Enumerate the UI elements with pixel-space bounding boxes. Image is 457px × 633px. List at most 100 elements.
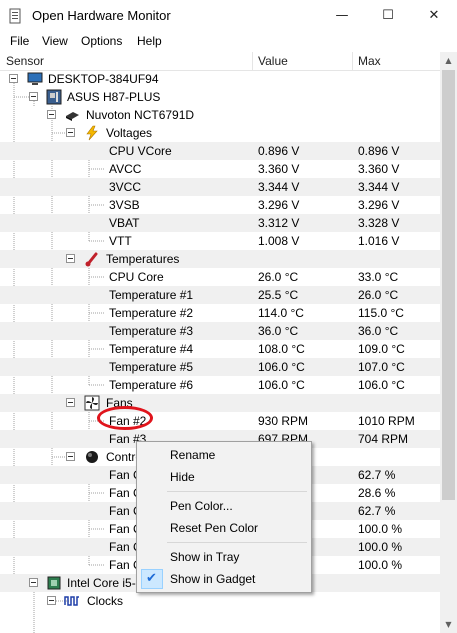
collapse-toggle[interactable] — [66, 452, 75, 461]
column-divider[interactable] — [352, 52, 353, 70]
sensor-max: 107.0 °C — [358, 360, 405, 374]
tree-row[interactable]: Fan #2 930 RPM 1010 RPM — [0, 412, 440, 430]
sensor-max: 3.360 V — [358, 162, 400, 176]
row-label: Temperatures — [106, 252, 180, 266]
tree-row[interactable]: AVCC 3.360 V 3.360 V — [0, 160, 440, 178]
sensor-max: 100.0 % — [358, 558, 403, 572]
sensor-value: 26.0 °C — [258, 270, 299, 284]
sensor-max: 1010 RPM — [358, 414, 415, 428]
menu-item-pen-color[interactable]: Pen Color... — [137, 495, 311, 517]
sensor-value: 108.0 °C — [258, 342, 305, 356]
scroll-down-arrow-icon[interactable]: ▼ — [440, 616, 457, 633]
tree-row[interactable]: ASUS H87-PLUS — [0, 88, 440, 106]
sensor-max: 109.0 °C — [358, 342, 405, 356]
menu-item-rename[interactable]: Rename — [137, 444, 311, 466]
sensor-label: CPU Core — [109, 270, 164, 284]
controls-icon — [86, 451, 98, 463]
column-sensor[interactable]: Sensor — [6, 54, 44, 68]
close-button[interactable]: ✕ — [411, 0, 457, 32]
tree-row[interactable]: DESKTOP-384UF94 — [0, 70, 440, 88]
menu-item-show-in-gadget[interactable]: ✔ Show in Gadget — [137, 568, 311, 590]
column-max[interactable]: Max — [358, 54, 381, 68]
tree-row[interactable]: 3VSB 3.296 V 3.296 V — [0, 196, 440, 214]
sensor-max: 3.328 V — [358, 216, 400, 230]
scroll-up-arrow-icon[interactable]: ▲ — [440, 52, 457, 69]
sensor-value: 106.0 °C — [258, 378, 305, 392]
sensor-max: 26.0 °C — [358, 288, 399, 302]
sensor-max: 1.016 V — [358, 234, 400, 248]
sensor-value: 114.0 °C — [258, 306, 304, 320]
row-label: DESKTOP-384UF94 — [48, 72, 159, 86]
menu-item-label: Show in Gadget — [170, 572, 256, 586]
collapse-toggle[interactable] — [29, 578, 38, 587]
menu-item-label: Rename — [170, 448, 216, 462]
collapse-toggle[interactable] — [66, 128, 75, 137]
sensor-label: Temperature #6 — [109, 378, 194, 392]
sensor-value: 3.344 V — [258, 180, 300, 194]
fan-icon — [84, 395, 100, 411]
sensor-value: 3.296 V — [258, 198, 300, 212]
sensor-max: 0.896 V — [358, 144, 400, 158]
tree-row[interactable]: VBAT 3.312 V 3.328 V — [0, 214, 440, 232]
tree-row[interactable]: Temperature #4 108.0 °C 109.0 °C — [0, 340, 440, 358]
collapse-toggle[interactable] — [66, 254, 75, 263]
sensor-label: Temperature #4 — [109, 342, 194, 356]
sensor-max: 62.7 % — [358, 468, 396, 482]
tree-row[interactable]: Fans — [0, 394, 440, 412]
sensor-value: 36.0 °C — [258, 324, 299, 338]
sensor-max: 3.296 V — [358, 198, 400, 212]
tree-row[interactable]: Clocks — [0, 592, 440, 610]
collapse-toggle[interactable] — [29, 92, 38, 101]
menu-view[interactable]: View — [42, 34, 68, 48]
tree-row[interactable]: Temperatures — [0, 250, 440, 268]
window-title: Open Hardware Monitor — [32, 8, 171, 23]
tree-row[interactable]: VTT 1.008 V 1.016 V — [0, 232, 440, 250]
collapse-toggle[interactable] — [9, 74, 18, 83]
tree-row[interactable]: Voltages — [0, 124, 440, 142]
tree-row[interactable]: CPU Core 26.0 °C 33.0 °C — [0, 268, 440, 286]
menu-options[interactable]: Options — [81, 34, 122, 48]
column-divider[interactable] — [252, 52, 253, 70]
tree-row[interactable]: Temperature #6 106.0 °C 106.0 °C — [0, 376, 440, 394]
sensor-max: 33.0 °C — [358, 270, 399, 284]
sensor-value: 0.896 V — [258, 144, 300, 158]
sensor-max: 106.0 °C — [358, 378, 405, 392]
sensor-label: AVCC — [109, 162, 142, 176]
menu-item-show-in-tray[interactable]: Show in Tray — [137, 546, 311, 568]
sensor-label: 3VCC — [109, 180, 142, 194]
sensor-max: 62.7 % — [358, 504, 396, 518]
menu-item-hide[interactable]: Hide — [137, 466, 311, 488]
row-label: Voltages — [106, 126, 153, 140]
sensor-label: Temperature #2 — [109, 306, 194, 320]
tree-row[interactable]: 3VCC 3.344 V 3.344 V — [0, 178, 440, 196]
collapse-toggle[interactable] — [47, 110, 56, 119]
scroll-thumb[interactable] — [442, 70, 455, 500]
thermometer-icon — [85, 252, 98, 267]
collapse-toggle[interactable] — [47, 596, 56, 605]
tree-row[interactable]: Temperature #2 114.0 °C 115.0 °C — [0, 304, 440, 322]
tree-row[interactable]: Nuvoton NCT6791D — [0, 106, 440, 124]
sensor-value: 3.360 V — [258, 162, 300, 176]
minimize-button[interactable]: — — [319, 0, 365, 32]
sensor-max: 115.0 °C — [358, 306, 404, 320]
menu-item-reset-pen-color[interactable]: Reset Pen Color — [137, 517, 311, 539]
column-value[interactable]: Value — [258, 54, 288, 68]
app-icon — [9, 8, 21, 24]
collapse-toggle[interactable] — [66, 398, 75, 407]
sensor-max: 36.0 °C — [358, 324, 399, 338]
menu-bar: File View Options Help — [0, 32, 457, 52]
tree-row[interactable]: Temperature #3 36.0 °C 36.0 °C — [0, 322, 440, 340]
sensor-label: Temperature #3 — [109, 324, 194, 338]
tree-row[interactable]: CPU VCore 0.896 V 0.896 V — [0, 142, 440, 160]
menu-separator — [167, 491, 307, 492]
sensor-label: Temperature #1 — [109, 288, 194, 302]
tree-row[interactable]: Temperature #5 106.0 °C 107.0 °C — [0, 358, 440, 376]
menu-file[interactable]: File — [10, 34, 29, 48]
menu-help[interactable]: Help — [137, 34, 162, 48]
row-label: Clocks — [87, 594, 124, 608]
tree-row[interactable]: Temperature #1 25.5 °C 26.0 °C — [0, 286, 440, 304]
vertical-scrollbar[interactable]: ▲ ▼ — [440, 52, 457, 633]
maximize-button[interactable]: ☐ — [365, 0, 411, 32]
sensor-max: 28.6 % — [358, 486, 396, 500]
sensor-label: VBAT — [109, 216, 140, 230]
